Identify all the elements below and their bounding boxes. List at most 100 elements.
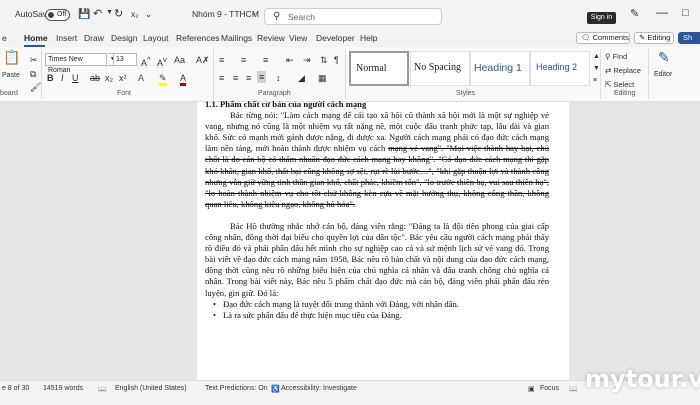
sort-icon[interactable]: ⇅ <box>320 55 328 65</box>
restore-icon[interactable]: □ <box>682 7 689 19</box>
tab-review[interactable]: Review <box>257 33 285 43</box>
style-heading-1[interactable]: Heading 1 <box>470 51 530 86</box>
replace-button[interactable]: ⇄ Replace <box>605 66 641 76</box>
tab-file[interactable]: e <box>2 33 7 43</box>
share-label: Sh <box>683 33 693 42</box>
style-normal[interactable]: Normal <box>349 51 409 86</box>
proofing-icon[interactable]: 📖 <box>98 385 107 393</box>
paste-icon[interactable]: 📋 <box>3 50 20 64</box>
tab-help[interactable]: Help <box>360 33 377 43</box>
page-count[interactable]: e 8 of 30 <box>2 385 29 392</box>
word-count[interactable]: 14519 words <box>43 385 83 392</box>
sign-in-button[interactable]: Sign in <box>587 12 616 24</box>
editor-label[interactable]: Editor <box>654 70 672 80</box>
share-button[interactable]: Sh <box>678 32 700 44</box>
increase-indent-icon[interactable]: ⇥ <box>303 55 311 65</box>
decrease-indent-icon[interactable]: ⇤ <box>286 55 294 65</box>
tab-design[interactable]: Design <box>111 33 137 43</box>
numbering-icon[interactable]: ≡ <box>241 55 246 65</box>
align-center-icon[interactable]: ≡ <box>233 73 238 83</box>
font-color-icon[interactable]: A <box>180 73 187 86</box>
language-status[interactable]: English (United States) <box>115 385 187 392</box>
subscript-icon[interactable]: x₂ <box>105 73 113 83</box>
cut-icon[interactable]: ✂ <box>30 55 38 65</box>
pen-icon[interactable]: ✎ <box>630 7 639 20</box>
search-input[interactable]: Search <box>288 12 315 22</box>
select-label: Select <box>613 80 635 89</box>
line-spacing-icon[interactable]: ↕ <box>276 73 281 83</box>
text-effects-icon[interactable]: A <box>138 73 144 83</box>
align-left-icon[interactable]: ≡ <box>219 73 224 83</box>
separator <box>648 49 649 99</box>
superscript-icon[interactable]: x² <box>119 73 127 83</box>
replace-label: Replace <box>613 66 641 75</box>
paste-label[interactable]: Paste <box>2 71 20 81</box>
show-formatting-icon[interactable]: ¶ <box>334 55 339 65</box>
underline-icon[interactable]: U <box>72 73 79 83</box>
align-right-icon[interactable]: ≡ <box>246 73 251 83</box>
italic-icon[interactable]: I <box>61 73 64 83</box>
document-page[interactable]: 1.1. Phẩm chất cơ bản của người cách mạn… <box>197 99 569 380</box>
tab-insert[interactable]: Insert <box>56 33 77 43</box>
undo-dropdown-icon[interactable]: ▼ <box>106 9 113 16</box>
styles-scroll-up-icon[interactable]: ▲ <box>593 52 600 62</box>
style-heading-2[interactable]: Heading 2 <box>530 51 590 86</box>
bullets-icon[interactable]: ≡ <box>219 55 224 65</box>
title-dropdown-icon[interactable]: ⌄ <box>251 9 257 17</box>
comments-button[interactable]: 🗨 Comments <box>576 32 630 44</box>
clear-formatting-icon[interactable]: A✗ <box>196 55 210 65</box>
tab-layout[interactable]: Layout <box>143 33 169 43</box>
styles-scroll-down-icon[interactable]: ▼ <box>593 64 600 74</box>
format-painter-icon[interactable]: 🖌 <box>30 82 41 92</box>
replace-icon: ⇄ <box>605 66 612 75</box>
shading-icon[interactable]: ◢ <box>298 73 305 83</box>
copy-icon[interactable]: ⧉ <box>30 69 36 79</box>
text-predictions-status[interactable]: Text Predictions: On <box>205 385 268 392</box>
ribbon-home: 📋 Paste ✂ ⧉ 🖌 board Times New Roman ▼ 13… <box>0 47 700 102</box>
focus-icon: ▣ <box>528 386 535 393</box>
separator <box>600 49 601 99</box>
minimize-icon[interactable]: — <box>656 5 668 19</box>
grow-font-icon[interactable]: A^ <box>141 55 151 68</box>
customize-toolbar-icon[interactable]: ⌄ <box>145 9 152 20</box>
undo-icon[interactable]: ↶ <box>93 7 102 20</box>
font-name-field[interactable]: Times New Roman <box>45 53 107 74</box>
ribbon-tabs: e Home Insert Draw Design Layout Referen… <box>0 31 700 47</box>
font-size-value: 13 <box>116 56 124 63</box>
change-case-icon[interactable]: Aa <box>174 55 185 65</box>
focus-button[interactable]: Focus <box>540 385 559 392</box>
find-button[interactable]: ⚲ Find <box>605 52 627 62</box>
tab-developer[interactable]: Developer <box>316 33 355 43</box>
autosave-toggle[interactable]: Off <box>45 9 70 21</box>
bold-icon[interactable]: B <box>47 73 54 83</box>
editing-label: Editing <box>647 33 671 42</box>
pencil-icon: ✎ <box>639 33 646 42</box>
editor-icon[interactable]: ✎ <box>658 50 670 64</box>
find-icon: ⚲ <box>605 52 611 61</box>
style-no-spacing-label: No Spacing <box>414 62 461 73</box>
subscript-icon[interactable]: x₂ <box>131 9 139 19</box>
editing-mode-button[interactable]: ✎ Editing <box>634 32 674 44</box>
borders-icon[interactable]: ▦ <box>318 73 327 83</box>
tab-references[interactable]: References <box>176 33 219 43</box>
highlight-icon[interactable]: ✎ <box>159 73 167 86</box>
justify-icon[interactable]: ≡ <box>257 71 267 83</box>
read-mode-icon[interactable]: 📖 <box>569 385 578 393</box>
styles-more-icon[interactable]: ≡ <box>593 76 597 86</box>
document-body[interactable]: 1.1. Phẩm chất cơ bản của người cách mạn… <box>205 99 549 321</box>
shrink-font-icon[interactable]: Av <box>157 55 167 68</box>
accessibility-status[interactable]: Accessibility: Investigate <box>281 385 357 392</box>
redo-icon[interactable]: ↻ <box>114 7 123 20</box>
tab-draw[interactable]: Draw <box>84 33 104 43</box>
multilevel-list-icon[interactable]: ≡ <box>263 55 268 65</box>
search-box[interactable]: ⚲ Search <box>264 8 442 25</box>
select-button[interactable]: ⇱ Select <box>605 80 634 90</box>
font-size-field[interactable]: 13 <box>113 53 137 66</box>
separator <box>41 49 42 99</box>
tab-mailings[interactable]: Mailings <box>221 33 252 43</box>
style-no-spacing[interactable]: No Spacing <box>410 51 470 86</box>
tab-view[interactable]: View <box>289 33 307 43</box>
strikethrough-icon[interactable]: ab <box>90 73 100 83</box>
tab-home[interactable]: Home <box>24 33 48 43</box>
save-icon[interactable]: 💾 <box>78 9 90 20</box>
